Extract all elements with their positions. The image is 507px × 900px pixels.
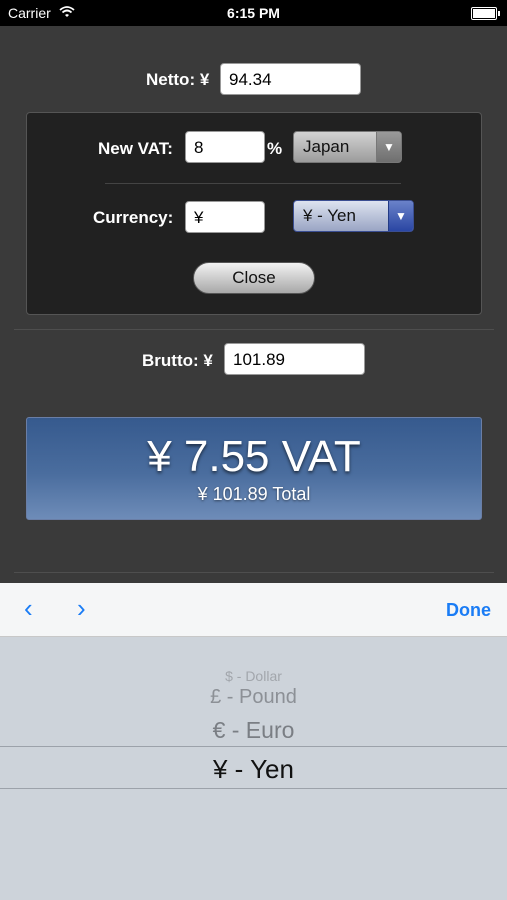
dropdown-arrow-icon: ▼: [388, 201, 413, 231]
vat-input[interactable]: 8: [185, 131, 265, 163]
next-chevron-icon[interactable]: ›: [77, 595, 86, 621]
keyboard-toolbar: ‹ › Done: [0, 583, 507, 637]
netto-input[interactable]: 94.34: [220, 63, 361, 95]
previous-chevron-icon[interactable]: ‹: [24, 595, 33, 621]
done-button[interactable]: Done: [446, 600, 491, 621]
picker-option-pound[interactable]: £ - Pound: [0, 686, 507, 709]
brutto-input[interactable]: 101.89: [224, 343, 365, 375]
country-dropdown[interactable]: Japan ▼: [293, 131, 402, 163]
battery-icon: [471, 7, 500, 20]
vat-amount: ¥ 7.55 VAT: [147, 432, 361, 481]
netto-label: Netto: ¥: [146, 70, 210, 89]
currency-label: Currency:: [93, 208, 174, 227]
divider: [14, 329, 494, 330]
currency-picker[interactable]: $ - Dollar £ - Pound € - Euro ¥ - Yen: [0, 637, 507, 900]
currency-value: ¥ - Yen: [303, 206, 356, 225]
status-time: 6:15 PM: [227, 5, 280, 21]
close-button[interactable]: Close: [193, 262, 315, 294]
total-amount: ¥ 101.89 Total: [197, 484, 311, 504]
status-bar: Carrier 6:15 PM: [0, 0, 507, 26]
divider: [14, 572, 494, 573]
panel-divider: [105, 183, 401, 184]
brutto-label: Brutto: ¥: [142, 351, 213, 370]
picker-option-dollar[interactable]: $ - Dollar: [0, 668, 507, 684]
picker-option-euro[interactable]: € - Euro: [0, 717, 507, 744]
picker-option-selected[interactable]: ¥ - Yen: [0, 754, 507, 785]
percent-label: %: [267, 139, 283, 158]
dropdown-arrow-icon: ▼: [376, 132, 401, 162]
currency-dropdown[interactable]: ¥ - Yen ▼: [293, 200, 414, 232]
result-panel: ¥ 7.55 VAT ¥ 101.89 Total: [26, 417, 482, 520]
country-value: Japan: [303, 137, 350, 156]
currency-symbol-input[interactable]: ¥: [185, 201, 265, 233]
vat-label: New VAT:: [98, 139, 173, 158]
